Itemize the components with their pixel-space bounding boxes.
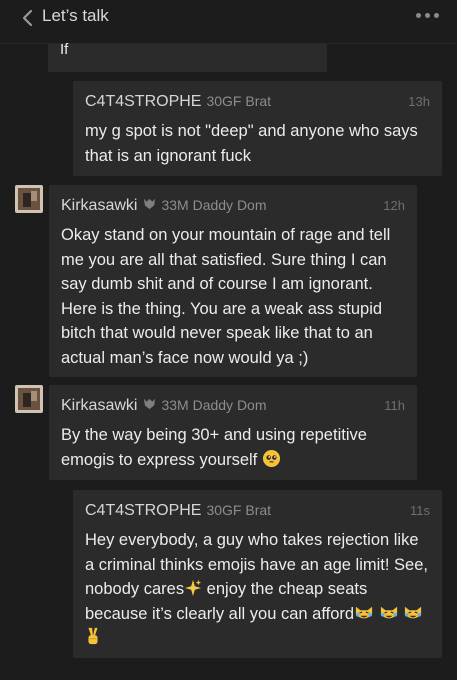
- message-text: By the way being 30+ and using repetitiv…: [61, 426, 367, 469]
- victory-hand-emoji: [88, 627, 98, 645]
- message-bubble: C4T4STROPHE 30GF Brat 11s Hey everybody,…: [73, 490, 442, 658]
- sender-tag: 33M Daddy Dom: [161, 397, 267, 413]
- message-meta: Kirkasawki 33M Daddy Dom 11h: [61, 397, 405, 417]
- more-dot: [416, 13, 421, 18]
- message-text-container: Hey everybody, a guy who takes rejection…: [85, 528, 432, 651]
- avatar[interactable]: [15, 385, 43, 413]
- sender-name[interactable]: C4T4STROPHE: [85, 93, 201, 111]
- message-text: Okay stand on your mountain of rage and …: [61, 226, 391, 367]
- avatar-image: [15, 385, 43, 413]
- laughing-crying-cat-emoji: [405, 606, 422, 618]
- more-dot: [425, 13, 430, 18]
- sender-name[interactable]: Kirkasawki: [61, 397, 137, 415]
- sender-tag: 30GF Brat: [206, 93, 272, 109]
- message-text: my g spot is not "deep" and anyone who s…: [85, 122, 418, 165]
- message-meta: C4T4STROPHE 30GF Brat 13h: [85, 93, 430, 113]
- sender-tag: 30GF Brat: [206, 502, 272, 518]
- pleading-face-emoji: [262, 449, 280, 467]
- sender-tag: 33M Daddy Dom: [161, 197, 267, 213]
- message-bubble: C4T4STROPHE 30GF Brat 13h my g spot is n…: [73, 81, 442, 176]
- message-fragment: If: [60, 41, 69, 58]
- avatar-image: [15, 185, 43, 213]
- chevron-left-icon: [22, 9, 33, 27]
- laughing-crying-cat-emoji: [355, 606, 373, 618]
- message-time: 11h: [384, 398, 405, 413]
- message-time: 13h: [408, 94, 430, 109]
- message-text-container: By the way being 30+ and using repetitiv…: [61, 423, 407, 472]
- message-bubble: Kirkasawki 33M Daddy Dom 12h Okay stand …: [49, 185, 417, 377]
- message-time: 12h: [383, 198, 405, 213]
- more-dot: [434, 13, 439, 18]
- message-bubble: Kirkasawki 33M Daddy Dom 11h By the way …: [49, 385, 417, 480]
- more-options-button[interactable]: [416, 13, 439, 18]
- shield-icon: [144, 198, 156, 210]
- sparkles-emoji: [184, 579, 202, 597]
- page-title: Let’s talk: [42, 6, 109, 25]
- laughing-crying-cat-emoji: [380, 606, 397, 618]
- sender-name[interactable]: Kirkasawki: [61, 197, 137, 215]
- message-meta: C4T4STROPHE 30GF Brat 11s: [85, 502, 430, 522]
- shield-icon: [144, 398, 156, 410]
- back-button[interactable]: [14, 7, 42, 29]
- message-time: 11s: [410, 503, 430, 518]
- message-meta: Kirkasawki 33M Daddy Dom 12h: [61, 197, 405, 217]
- message-bubble-partial: If: [48, 41, 327, 72]
- avatar[interactable]: [15, 185, 43, 213]
- sender-name[interactable]: C4T4STROPHE: [85, 502, 201, 520]
